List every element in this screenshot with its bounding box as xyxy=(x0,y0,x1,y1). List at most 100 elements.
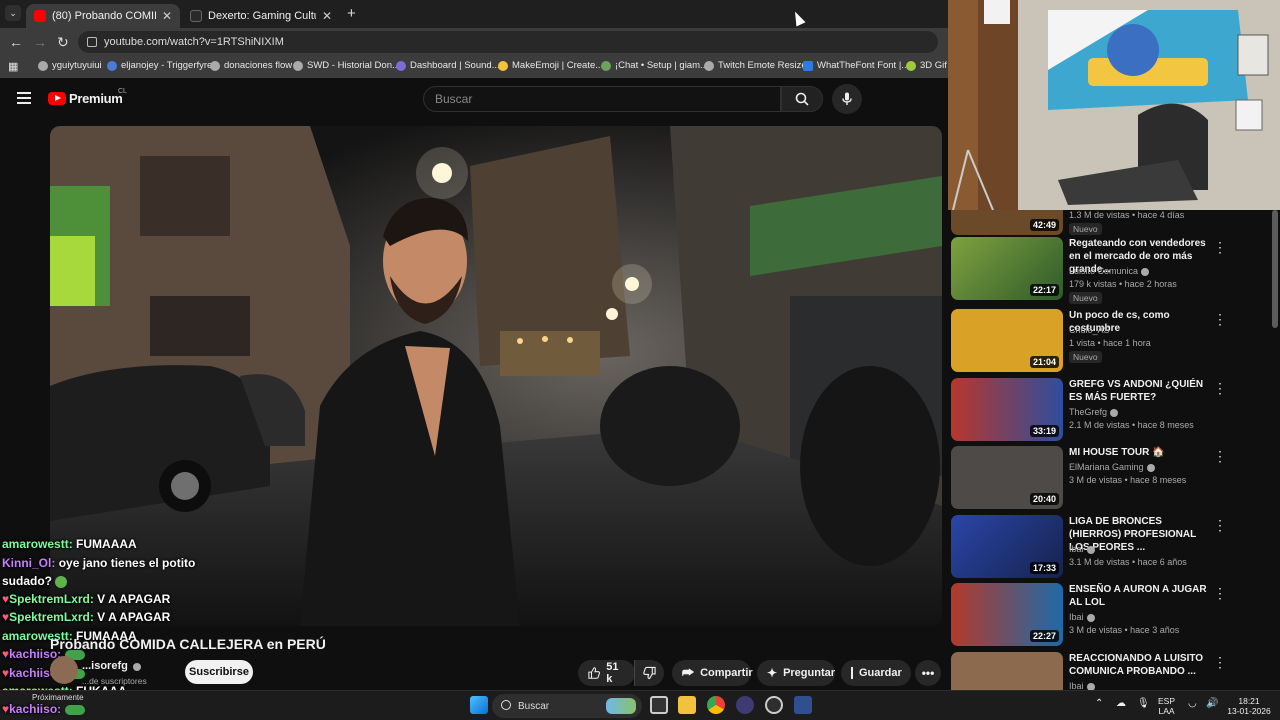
bookmark-item[interactable]: donaciones flow xyxy=(210,60,292,71)
voice-search-button[interactable] xyxy=(832,84,862,114)
video-thumbnail[interactable]: 20:40 xyxy=(951,446,1063,509)
video-thumbnail[interactable]: 22:17 xyxy=(951,237,1063,300)
taskbar-search[interactable]: Buscar xyxy=(492,694,642,718)
share-button[interactable]: ⮫ Compartir xyxy=(672,660,751,686)
save-button[interactable]: Guardar xyxy=(841,660,911,686)
video-meta: 1 vista • hace 1 hora xyxy=(1069,338,1151,348)
more-vertical-icon[interactable]: ⋮ xyxy=(1213,448,1227,465)
like-button[interactable]: 51 k xyxy=(578,660,635,686)
duration-badge: 21:04 xyxy=(1030,356,1059,368)
tab-youtube[interactable]: (80) Probando COMIDA CALLEJ ✕ xyxy=(26,4,180,28)
youtube-logo-icon[interactable] xyxy=(48,92,66,105)
video-thumbnail[interactable]: 21:04 xyxy=(951,309,1063,372)
menu-icon[interactable] xyxy=(17,92,31,104)
channel-name[interactable]: Chulo_AS xyxy=(1069,325,1110,335)
channel-name[interactable]: Ibai xyxy=(1069,544,1095,554)
bookmark-item[interactable]: Twitch Emote Resizer xyxy=(704,60,810,71)
makeemoji-icon xyxy=(498,61,508,71)
recommendation-item[interactable]: 22:17 Regateando con vendedores en el me… xyxy=(951,237,1273,303)
bookmark-item[interactable]: SWD - Historial Don... xyxy=(293,60,400,71)
close-tab-icon[interactable]: ✕ xyxy=(162,9,172,23)
recommendation-item[interactable]: REACCIONANDO A LUISITO COMUNICA PROBANDO… xyxy=(951,652,1273,690)
file-explorer-icon[interactable] xyxy=(678,696,696,714)
video-thumbnail[interactable]: 22:27 xyxy=(951,583,1063,646)
recommendation-item[interactable]: 33:19 GREFG VS ANDONI ¿QUIÉN ES MÁS FUER… xyxy=(951,378,1273,444)
more-vertical-icon[interactable]: ⋮ xyxy=(1213,585,1227,602)
back-arrow-icon[interactable]: ← xyxy=(9,34,23,50)
site-info-icon[interactable] xyxy=(87,37,97,47)
forward-arrow-icon[interactable]: → xyxy=(33,34,47,50)
search-input[interactable]: Buscar xyxy=(423,86,781,112)
address-bar[interactable]: youtube.com/watch?v=1RTShiNIXIM xyxy=(78,31,938,53)
channel-name[interactable]: ...isorefg xyxy=(82,660,128,672)
video-thumbnail[interactable] xyxy=(951,652,1063,690)
more-vertical-icon[interactable]: ⋮ xyxy=(1213,311,1227,328)
clock[interactable]: 18:21 13-01-2026 xyxy=(1222,696,1276,716)
bookmark-item[interactable]: 3D Gif M xyxy=(906,60,948,71)
channel-name[interactable]: Luisito Comunica xyxy=(1069,266,1149,276)
recommendation-item[interactable]: 20:40 MI HOUSE TOUR 🏠 ElMariana Gaming 3… xyxy=(951,446,1273,512)
channel-name[interactable]: ElMariana Gaming xyxy=(1069,462,1155,472)
verified-icon xyxy=(1087,546,1095,554)
recommendation-item[interactable]: 22:27 ENSEÑO A AURON A JUGAR AL LOL Ibai… xyxy=(951,583,1273,649)
subscribe-button[interactable]: Suscribirse xyxy=(185,660,253,684)
search-icon xyxy=(795,92,809,106)
language-indicator[interactable]: ESP LAA xyxy=(1158,696,1175,716)
apps-grid-icon[interactable]: ▦ xyxy=(8,60,18,73)
video-thumbnail[interactable]: 33:19 xyxy=(951,378,1063,441)
chrome-icon[interactable] xyxy=(707,696,725,714)
widgets-label[interactable]: Próximamente xyxy=(32,693,84,702)
more-vertical-icon[interactable]: ⋮ xyxy=(1213,380,1227,397)
video-title[interactable]: GREFG VS ANDONI ¿QUIÉN ES MÁS FUERTE? xyxy=(1069,378,1209,404)
bookmark-item[interactable]: eljanojey - Triggerfyre xyxy=(107,60,212,71)
microphone-icon[interactable]: 🎙 xyxy=(1137,699,1150,709)
whatthefont-icon xyxy=(803,61,813,71)
bookmark-item[interactable]: MakeEmoji | Create... xyxy=(498,60,603,71)
video-title[interactable]: REACCIONANDO A LUISITO COMUNICA PROBANDO… xyxy=(1069,652,1209,678)
reload-icon[interactable]: ↻ xyxy=(57,34,69,51)
video-thumbnail[interactable]: 17:33 xyxy=(951,515,1063,578)
more-actions-button[interactable]: ••• xyxy=(915,660,941,686)
tab-dexerto[interactable]: Dexerto: Gaming Culture, Influ ✕ xyxy=(182,4,340,28)
tab-list-chevron-icon[interactable]: ⌄ xyxy=(5,5,21,21)
channel-avatar[interactable] xyxy=(50,656,78,684)
channel-name[interactable]: Ibai xyxy=(1069,681,1095,690)
search-button[interactable] xyxy=(781,86,823,112)
browser-toolbar: ← → ↻ youtube.com/watch?v=1RTShiNIXIM xyxy=(0,28,948,56)
more-vertical-icon[interactable]: ⋮ xyxy=(1213,517,1227,534)
bookmark-item[interactable]: WhatTheFont Font |... xyxy=(803,60,909,71)
bookmark-item[interactable]: ¡Chat • Setup | giam... xyxy=(601,60,708,71)
app-icon[interactable] xyxy=(765,696,783,714)
video-title[interactable]: ENSEÑO A AURON A JUGAR AL LOL xyxy=(1069,583,1209,609)
task-view-icon[interactable] xyxy=(650,696,668,714)
bookmark-item[interactable]: yguiytuyuiui xyxy=(38,60,102,71)
new-tab-button[interactable]: + xyxy=(347,5,356,22)
app-icon[interactable] xyxy=(736,696,754,714)
volume-icon[interactable]: 🔊 xyxy=(1206,699,1218,709)
more-vertical-icon[interactable]: ⋮ xyxy=(1213,239,1227,256)
triggerfyre-icon xyxy=(107,61,117,71)
ask-button[interactable]: ✦ Preguntar xyxy=(757,660,835,686)
close-tab-icon[interactable]: ✕ xyxy=(322,9,332,23)
recommendation-item[interactable]: 17:33 LIGA DE BRONCES (HIERROS) PROFESIO… xyxy=(951,515,1273,581)
wifi-icon[interactable]: ◡ xyxy=(1188,699,1197,709)
more-vertical-icon[interactable]: ⋮ xyxy=(1213,654,1227,671)
tab-title: (80) Probando COMIDA CALLEJ xyxy=(52,10,156,22)
tray-overflow-icon[interactable]: ⌃ xyxy=(1095,699,1103,709)
recommendation-item[interactable]: 42:49 1.3 M de vistas • hace 4 días Nuev… xyxy=(951,210,1273,238)
recommendations-sidebar: 42:49 1.3 M de vistas • hace 4 días Nuev… xyxy=(948,210,1280,690)
bookmark-item[interactable]: Dashboard | Sound... xyxy=(396,60,500,71)
video-title[interactable]: MI HOUSE TOUR 🏠 xyxy=(1069,446,1209,459)
channel-name[interactable]: TheGrefg xyxy=(1069,407,1118,417)
network-icon[interactable]: ☁ xyxy=(1116,699,1126,709)
recommendation-item[interactable]: 21:04 Un poco de cs, como costumbre Chul… xyxy=(951,309,1273,375)
search-icon xyxy=(501,700,511,710)
video-thumbnail[interactable]: 42:49 xyxy=(951,210,1063,235)
sidebar-scrollbar[interactable] xyxy=(1272,210,1278,328)
youtube-premium-logo[interactable]: Premium xyxy=(69,91,123,106)
windows-start-icon[interactable] xyxy=(470,696,488,714)
video-player[interactable] xyxy=(50,126,942,626)
channel-name[interactable]: Ibai xyxy=(1069,612,1095,622)
app-icon[interactable] xyxy=(794,696,812,714)
dislike-button[interactable] xyxy=(634,660,664,686)
